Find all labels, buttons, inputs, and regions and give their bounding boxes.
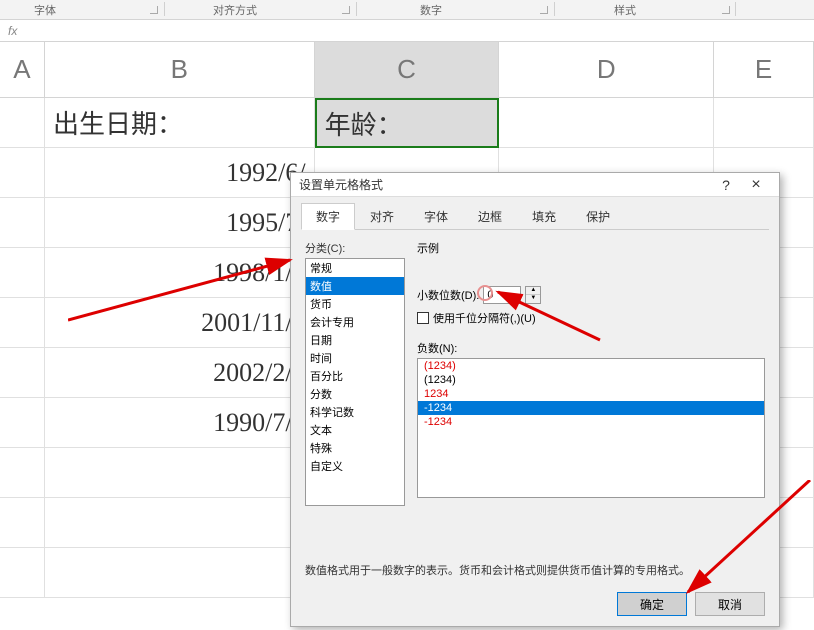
formula-fx-label: fx: [8, 24, 17, 38]
cursor-indicator: [477, 285, 493, 301]
sample-label: 示例: [417, 240, 765, 256]
col-header-a[interactable]: A: [0, 42, 45, 98]
neg-opt-3[interactable]: 1234: [418, 387, 764, 401]
decimal-spinner: ▲ ▼: [525, 286, 541, 304]
cell-date-5[interactable]: 2002/2/2: [45, 348, 315, 398]
negative-label: 负数(N):: [417, 340, 765, 356]
help-text: 数值格式用于一般数字的表示。货币和会计格式则提供货币值计算的专用格式。: [291, 562, 704, 578]
tab-protect[interactable]: 保护: [571, 203, 625, 230]
cat-time[interactable]: 时间: [306, 349, 404, 367]
cell-date-1[interactable]: 1992/6/: [45, 148, 315, 198]
ok-button[interactable]: 确定: [617, 592, 687, 616]
cat-scientific[interactable]: 科学记数: [306, 403, 404, 421]
cat-number[interactable]: 数值: [306, 277, 404, 295]
spinner-down[interactable]: ▼: [526, 295, 540, 303]
col-header-d[interactable]: D: [499, 42, 714, 98]
ribbon-group-number: 数字: [420, 2, 442, 18]
tab-align[interactable]: 对齐: [355, 203, 409, 230]
cell-a1[interactable]: [0, 98, 45, 148]
cancel-button[interactable]: 取消: [695, 592, 765, 616]
ribbon-anchor-number[interactable]: [540, 6, 548, 14]
dialog-title: 设置单元格格式: [299, 176, 711, 193]
cell-d1[interactable]: [499, 98, 714, 148]
cat-fraction[interactable]: 分数: [306, 385, 404, 403]
ribbon-anchor-font[interactable]: [150, 6, 158, 14]
category-label: 分类(C):: [305, 240, 405, 256]
cat-special[interactable]: 特殊: [306, 439, 404, 457]
column-headers: A B C D E: [0, 42, 814, 98]
tab-number[interactable]: 数字: [301, 203, 355, 230]
dialog-help-button[interactable]: ?: [711, 177, 741, 193]
cat-text[interactable]: 文本: [306, 421, 404, 439]
cat-date[interactable]: 日期: [306, 331, 404, 349]
tab-font[interactable]: 字体: [409, 203, 463, 230]
neg-opt-4[interactable]: -1234: [418, 401, 764, 415]
format-cells-dialog: 设置单元格格式 ? × 数字 对齐 字体 边框 填充 保护 分类(C): 常规 …: [290, 172, 780, 627]
negative-list[interactable]: (1234) (1234) 1234 -1234 -1234: [417, 358, 765, 498]
col-header-c[interactable]: C: [315, 42, 500, 98]
cat-accounting[interactable]: 会计专用: [306, 313, 404, 331]
cat-currency[interactable]: 货币: [306, 295, 404, 313]
cat-percent[interactable]: 百分比: [306, 367, 404, 385]
col-header-e[interactable]: E: [714, 42, 814, 98]
tab-fill[interactable]: 填充: [517, 203, 571, 230]
formula-bar[interactable]: fx: [0, 20, 814, 42]
cell-date-3[interactable]: 1998/1/2: [45, 248, 315, 298]
dialog-titlebar[interactable]: 设置单元格格式 ? ×: [291, 173, 779, 197]
cat-general[interactable]: 常规: [306, 259, 404, 277]
ribbon-anchor-align[interactable]: [342, 6, 350, 14]
thousands-checkbox[interactable]: [417, 312, 429, 324]
dialog-close-button[interactable]: ×: [741, 176, 771, 194]
cell-e1[interactable]: [714, 98, 814, 148]
neg-opt-2[interactable]: (1234): [418, 373, 764, 387]
cell-date-4[interactable]: 2001/11/2: [45, 298, 315, 348]
dialog-tabs: 数字 对齐 字体 边框 填充 保护: [291, 197, 779, 230]
cell-date-6[interactable]: 1990/7/1: [45, 398, 315, 448]
neg-opt-5[interactable]: -1234: [418, 415, 764, 429]
ribbon-group-font: 字体: [34, 2, 56, 18]
cell-date-2[interactable]: 1995/7/: [45, 198, 315, 248]
neg-opt-1[interactable]: (1234): [418, 359, 764, 373]
col-header-b[interactable]: B: [45, 42, 315, 98]
tab-border[interactable]: 边框: [463, 203, 517, 230]
cat-custom[interactable]: 自定义: [306, 457, 404, 475]
cell-b1[interactable]: 出生日期：: [45, 98, 315, 148]
spinner-up[interactable]: ▲: [526, 287, 540, 295]
thousands-label: 使用千位分隔符(,)(U): [433, 310, 536, 326]
grid-row-1: 出生日期： 年龄：: [0, 98, 814, 148]
cell-c1[interactable]: 年龄：: [315, 98, 500, 148]
ribbon-group-style: 样式: [614, 2, 636, 18]
ribbon-anchor-style[interactable]: [722, 6, 730, 14]
ribbon-group-align: 对齐方式: [213, 2, 257, 18]
category-list[interactable]: 常规 数值 货币 会计专用 日期 时间 百分比 分数 科学记数 文本 特殊 自定…: [305, 258, 405, 506]
ribbon-bar: 字体 对齐方式 数字 样式: [0, 0, 814, 20]
decimal-label: 小数位数(D):: [417, 287, 479, 303]
